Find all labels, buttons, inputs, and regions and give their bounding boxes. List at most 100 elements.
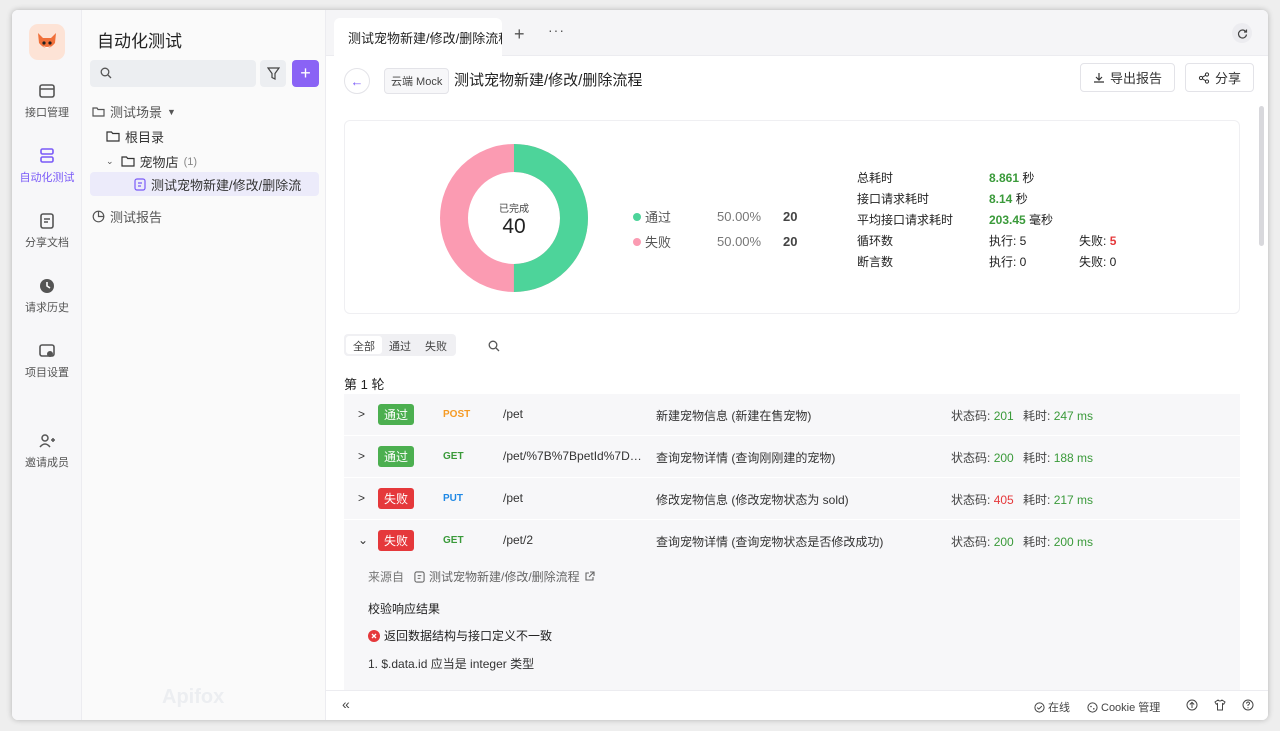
status-badge: 通过: [378, 404, 415, 425]
method-label: GET: [443, 535, 464, 546]
stat-avg-time-value: 203.45: [989, 213, 1026, 227]
refresh-button[interactable]: [1232, 23, 1252, 43]
nav-label: 请求历史: [25, 302, 69, 314]
help-icon[interactable]: [1242, 699, 1254, 711]
result-filter: 全部 通过 失败: [344, 334, 456, 356]
external-link-icon: [585, 571, 595, 581]
legend-fail: 失败 50.00% 20: [633, 232, 797, 251]
tab-active[interactable]: 测试宠物新建/修改/删除流程: [334, 18, 502, 56]
stat-loop-label: 循环数: [857, 234, 894, 248]
nav-project-settings[interactable]: 项目设置: [12, 342, 82, 380]
stat-unit: 秒: [1022, 171, 1035, 185]
arrow-left-icon: ←: [350, 73, 364, 89]
stat-total-time: 8.861 秒: [989, 169, 1034, 186]
code-value: 200: [993, 535, 1014, 549]
nav-request-history[interactable]: 请求历史: [12, 277, 82, 315]
scene-folder-icon: [92, 107, 105, 117]
upgrade-icon[interactable]: [1186, 699, 1198, 711]
tree-folder-petshop[interactable]: ⌄ 宠物店 (1): [106, 152, 197, 171]
stat-unit: 秒: [1015, 192, 1028, 206]
tree-root[interactable]: 根目录: [106, 127, 164, 146]
add-button[interactable]: +: [292, 60, 319, 87]
online-status[interactable]: 在线: [1034, 699, 1070, 715]
watermark-logo: Apifox: [162, 686, 225, 708]
method-label: PUT: [443, 493, 463, 504]
share-button[interactable]: 分享: [1185, 63, 1255, 92]
tree-folder-count: (1): [183, 155, 198, 168]
nav-invite-members[interactable]: 邀请成员: [12, 432, 82, 470]
code-label: 状态码:: [951, 535, 991, 549]
nav-automation-test[interactable]: 自动化测试: [12, 147, 82, 185]
tree-scenes-label: 测试场景: [110, 105, 163, 120]
time-label: 耗时:: [1023, 451, 1051, 465]
result-row[interactable]: > 失败 PUT /pet 修改宠物信息 (修改宠物状态为 sold) 状态码:…: [344, 478, 1240, 520]
stat-assert-fail: 失败: 0: [1079, 255, 1117, 269]
online-label: 在线: [1048, 702, 1070, 714]
refresh-icon: [1237, 28, 1247, 39]
legend-pass: 通过 50.00% 20: [633, 207, 797, 226]
new-tab-button[interactable]: +: [514, 24, 525, 45]
result-row[interactable]: > 通过 POST /pet 新建宠物信息 (新建在售宠物) 状态码: 201 …: [344, 394, 1240, 436]
chevron-down-icon: ⌄: [106, 156, 114, 166]
filter-all[interactable]: 全部: [346, 336, 382, 354]
tree-test-reports[interactable]: 测试报告: [92, 207, 162, 226]
result-detail: 来源自 测试宠物新建/修改/删除流程 校验响应结果 返回数据结构与接口定义不一致…: [344, 562, 1240, 702]
tree-folder-label: 宠物店: [139, 155, 179, 170]
env-badge[interactable]: 云端 Mock: [384, 68, 450, 94]
folder-icon: [106, 131, 120, 142]
elapsed-time: 耗时: 188 ms: [1023, 449, 1093, 466]
status-code: 状态码: 201: [951, 407, 1014, 424]
cookie-icon: [1087, 701, 1098, 713]
legend-fail-label: 失败: [645, 235, 672, 250]
status-code: 状态码: 200: [951, 533, 1014, 550]
error-icon: [368, 629, 380, 642]
status-code: 状态码: 200: [951, 449, 1014, 466]
chevron-down-icon[interactable]: ⌄: [358, 533, 368, 547]
code-label: 状态码:: [951, 451, 991, 465]
search-input[interactable]: [90, 60, 256, 87]
elapsed-time: 耗时: 200 ms: [1023, 533, 1093, 550]
tree-item-selected[interactable]: 测试宠物新建/修改/删除流程: [90, 172, 319, 196]
app-logo[interactable]: [29, 24, 65, 60]
path-text: /pet: [503, 407, 524, 421]
desc-text: 新建宠物信息 (新建在售宠物): [656, 409, 812, 423]
doc-icon: [40, 213, 54, 229]
filter-button[interactable]: [260, 60, 286, 87]
shirt-icon[interactable]: [1214, 699, 1226, 711]
summary-card: 已完成 40 通过 50.00% 20 失败 50.00% 20 总耗时 8.8…: [344, 120, 1240, 314]
filter-fail[interactable]: 失败: [418, 336, 454, 354]
chevron-right-icon[interactable]: >: [358, 407, 365, 421]
chevron-right-icon[interactable]: >: [358, 449, 365, 463]
export-report-button[interactable]: 导出报告: [1080, 63, 1176, 92]
donut-center-total: 40: [502, 215, 526, 238]
legend-pass-pct: 50.00%: [717, 209, 762, 224]
stat-api-time-value: 8.14: [989, 192, 1013, 206]
back-button[interactable]: ←: [344, 68, 370, 94]
scrollbar[interactable]: [1259, 106, 1264, 246]
nav-label: 接口管理: [25, 107, 69, 119]
result-row[interactable]: > 通过 GET /pet/%7B%7BpetId%7D%7D 查询宠物详情 (…: [344, 436, 1240, 478]
search-icon[interactable]: [488, 340, 500, 352]
desc-text: 修改宠物信息 (修改宠物状态为 sold): [656, 493, 849, 507]
result-row-expanded[interactable]: ⌄ 失败 GET /pet/2 查询宠物详情 (查询宠物状态是否修改成功) 状态…: [344, 520, 1240, 562]
more-tabs-button[interactable]: ···: [548, 22, 565, 38]
time-value: 188 ms: [1053, 451, 1094, 465]
stat-assert-label: 断言数: [857, 255, 894, 269]
tree-panel: 自动化测试 + 测试场景 ▼ 根目录 ⌄ 宠物店 (1) 测试宠物新建/修改/删…: [82, 10, 326, 720]
cookie-manager[interactable]: Cookie 管理: [1087, 699, 1160, 715]
nav-share-docs[interactable]: 分享文档: [12, 212, 82, 250]
collapse-sidebar-icon[interactable]: «: [342, 696, 350, 712]
tree-scenes-header[interactable]: 测试场景 ▼: [92, 102, 176, 121]
tree-root-label: 根目录: [125, 130, 165, 145]
desc-text: 查询宠物详情 (查询宠物状态是否修改成功): [656, 535, 884, 549]
nav-api-management[interactable]: 接口管理: [12, 82, 82, 120]
main-area: 测试宠物新建/修改/删除流程 + ··· ← 云端 Mock 测试宠物新建/修改…: [326, 10, 1268, 720]
time-label: 耗时:: [1023, 409, 1051, 423]
chevron-right-icon[interactable]: >: [358, 491, 365, 505]
source-link[interactable]: 测试宠物新建/修改/删除流程: [414, 568, 595, 585]
status-badge: 通过: [378, 446, 415, 467]
filter-pass[interactable]: 通过: [382, 336, 418, 354]
validate-title: 校验响应结果: [368, 602, 441, 616]
elapsed-time: 耗时: 217 ms: [1023, 491, 1093, 508]
history-icon: [40, 279, 54, 293]
